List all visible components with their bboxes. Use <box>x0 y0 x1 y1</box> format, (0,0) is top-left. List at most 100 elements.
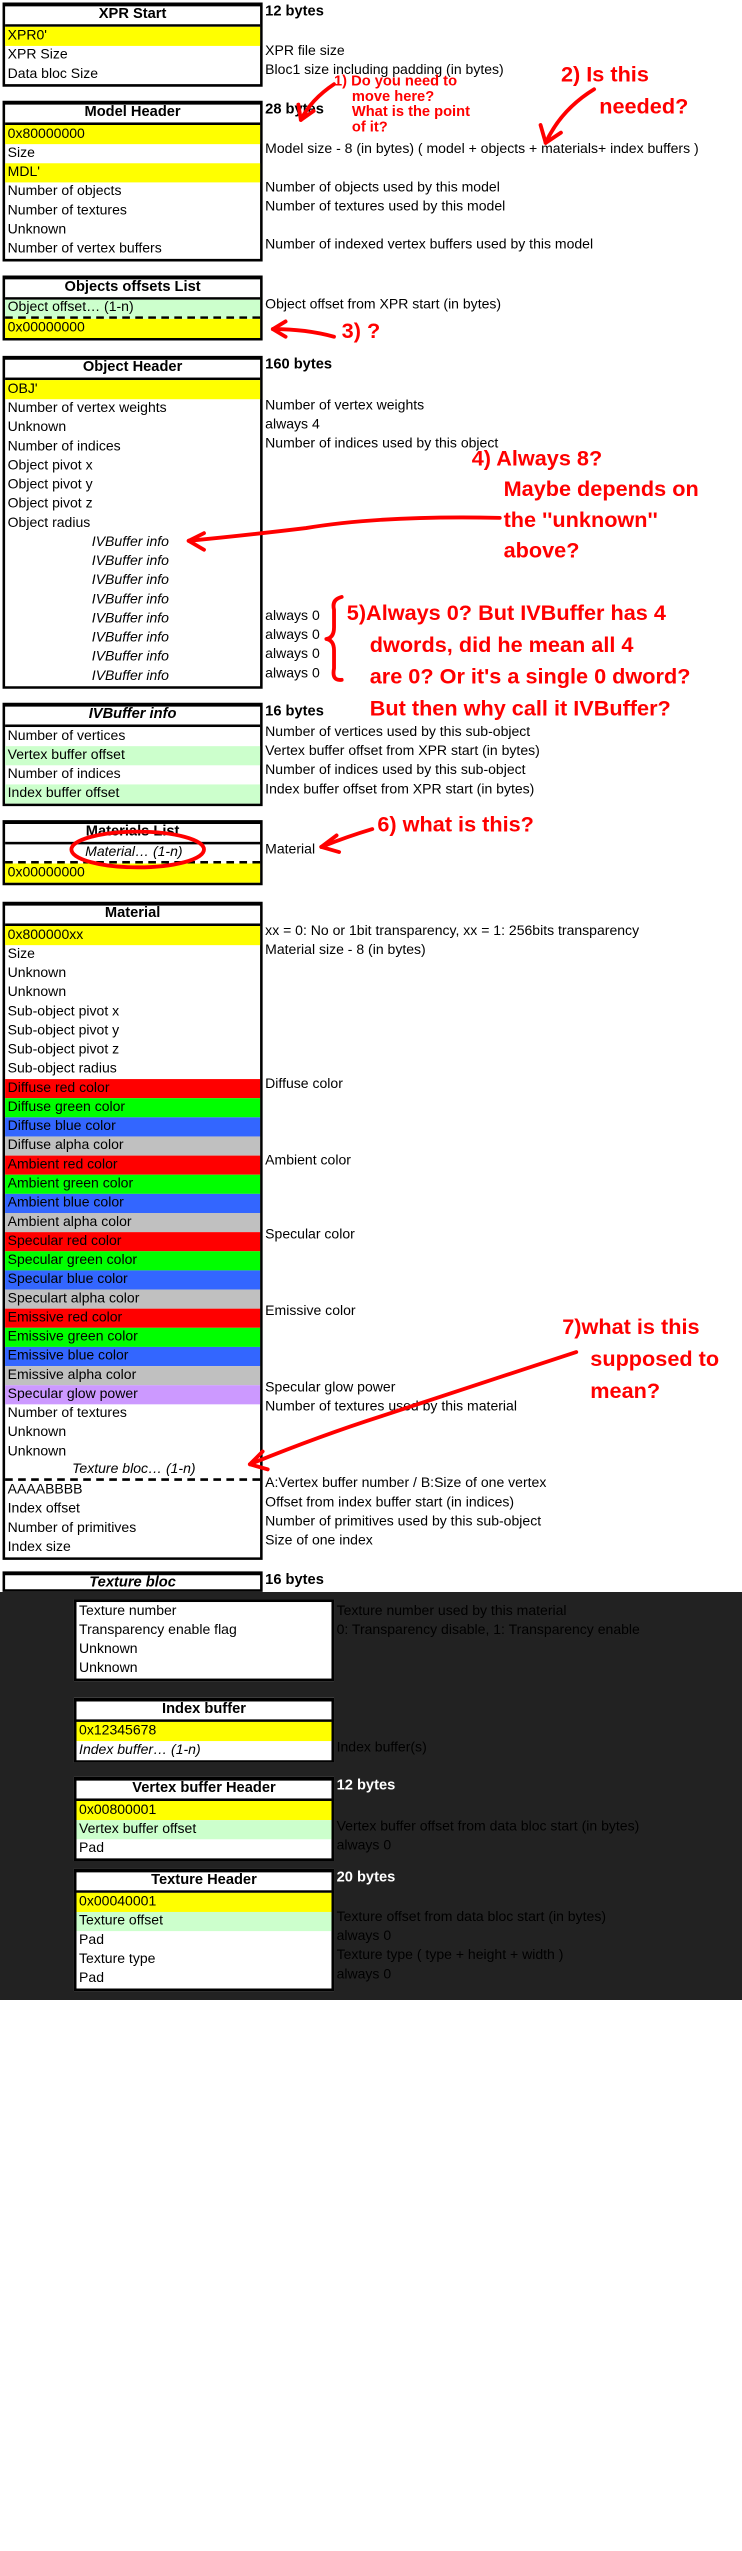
table-row: Emissive alpha color <box>5 1366 261 1386</box>
table-row: Material… (1-n) <box>5 844 261 864</box>
annotation-note-2: 2) Is this needed? <box>560 62 689 119</box>
materials-list-table: Materials List Material… (1-n) 0x0000000… <box>2 820 263 886</box>
size-label: 12 bytes <box>265 3 324 20</box>
table-row: IVBuffer info <box>91 591 169 608</box>
table-row: Index buffer… (1-n) <box>79 1742 201 1758</box>
table-row: Size <box>7 946 35 962</box>
row-description: always 0 <box>265 665 320 682</box>
vertex-buffer-header-table: Vertex buffer Header 0x00800001 Vertex b… <box>73 1776 335 1861</box>
table-row: Pad <box>79 1840 105 1856</box>
table-row: Number of textures <box>7 202 127 219</box>
table-row: Emissive red color <box>5 1308 261 1328</box>
table-row: Unknown <box>7 1424 67 1441</box>
objects-offsets-table: Objects offsets List Object offset… (1-n… <box>2 275 263 341</box>
table-row: Texture number <box>79 1603 177 1619</box>
row-description: always 0 <box>265 646 320 662</box>
table-row: IVBuffer info <box>91 649 169 665</box>
row-description: Model size - 8 (in bytes) ( model + obje… <box>265 141 699 157</box>
row-description: always 0 <box>336 1928 392 1944</box>
row-description: xx = 0: No or 1bit transparency, xx = 1:… <box>265 923 640 939</box>
table-title: Texture Header <box>76 1872 332 1893</box>
row-description: always 0 <box>265 608 320 624</box>
arrow-3 <box>270 327 336 339</box>
table-row: Size <box>7 145 35 161</box>
row-description: always 0 <box>336 1966 392 1983</box>
object-header-table: Object Header OBJ' Number of vertex weig… <box>2 355 263 689</box>
row-description: XPR file size <box>265 43 345 59</box>
table-row: Index size <box>7 1539 71 1555</box>
size-label: 28 bytes <box>265 102 324 118</box>
table-row: 0x00040001 <box>76 1892 332 1912</box>
texture-header-table: Texture Header 0x00040001 Texture offset… <box>73 1868 335 1992</box>
table-row: Unknown <box>7 1443 67 1460</box>
row-description: Texture type ( type + height + width ) <box>336 1947 564 1963</box>
table-row: Unknown <box>7 419 67 435</box>
table-row: Texture offset <box>76 1911 332 1932</box>
table-row: Emissive green color <box>5 1327 261 1347</box>
row-description: Diffuse color <box>265 1076 343 1092</box>
row-description: Number of indexed vertex buffers used by… <box>265 237 594 253</box>
table-row: AAAABBBB <box>7 1482 83 1498</box>
table-row: Unknown <box>79 1660 138 1677</box>
row-description: Texture number used by this material <box>336 1603 567 1619</box>
table-row: 0x12345678 <box>76 1721 332 1742</box>
table-row: Ambient blue color <box>5 1193 261 1214</box>
table-row: Pad <box>79 1970 105 1986</box>
table-title: Objects offsets List <box>5 279 261 300</box>
row-description: 0: Transparency disable, 1: Transparency… <box>336 1622 640 1638</box>
row-description: always 4 <box>265 417 320 433</box>
table-title: Material <box>5 906 261 927</box>
table-row: Transparency enable flag <box>79 1622 237 1638</box>
table-row: Data bloc Size <box>7 66 99 82</box>
row-description: Number of textures used by this model <box>265 198 506 215</box>
table-row: Specular glow power <box>5 1385 261 1405</box>
row-description: Ambient color <box>265 1153 351 1169</box>
annotation-note-1: 1) Do you need to move here? What is the… <box>334 73 470 136</box>
row-description: A:Vertex buffer number / B:Size of one v… <box>265 1475 547 1492</box>
table-row: Number of objects <box>7 183 122 199</box>
table-row: 0x00000000 <box>5 863 261 883</box>
row-description: Number of textures used by this material <box>265 1399 517 1415</box>
ivbuffer-info-table: IVBuffer info Number of vertices Vertex … <box>2 702 263 807</box>
table-title: Texture bloc <box>89 1575 176 1591</box>
table-row: Unknown <box>79 1641 138 1657</box>
texture-bloc-table: Texture number Transparency enable flag … <box>73 1599 335 1682</box>
table-row: IVBuffer info <box>91 553 169 569</box>
row-description: Material size - 8 (in bytes) <box>265 942 426 958</box>
bracket-5 <box>324 595 344 682</box>
row-description: Index buffer offset from XPR start (in b… <box>265 781 535 798</box>
table-row: Number of indices <box>7 766 121 782</box>
row-description: Emissive color <box>265 1303 356 1319</box>
table-row: Number of vertex buffers <box>7 241 162 257</box>
texture-bloc-title-box: Texture bloc <box>2 1571 263 1592</box>
table-title: XPR Start <box>5 6 261 27</box>
table-row: OBJ' <box>5 380 261 400</box>
table-row: Sub-object radius <box>7 1061 117 1077</box>
table-row: Number of primitives <box>7 1520 137 1536</box>
row-description: Vertex buffer offset from data bloc star… <box>336 1818 640 1835</box>
annotation-note-5: 5)Always 0? But IVBuffer has 4 dwords, d… <box>346 600 691 721</box>
arrow-6 <box>319 827 375 849</box>
table-row: Ambient red color <box>5 1155 261 1175</box>
row-description: always 0 <box>336 1837 392 1854</box>
table-row: Sub-object pivot y <box>7 1022 120 1039</box>
table-row: 0x00000000 <box>5 318 261 339</box>
annotation-note-4: 4) Always 8? Maybe depends on the ''unkn… <box>471 446 699 563</box>
table-row: Index offset <box>7 1501 80 1517</box>
table-row: Vertex buffer offset <box>76 1820 332 1840</box>
row-description: always 0 <box>265 627 320 643</box>
table-row: MDL' <box>5 163 261 183</box>
row-description: Offset from index buffer start (in indic… <box>265 1494 515 1511</box>
table-row: Specular blue color <box>5 1270 261 1290</box>
annotation-note-3: 3) ? <box>341 318 381 344</box>
row-description: Number of indices used by this object <box>265 436 499 452</box>
model-header-table: Model Header 0x80000000 Size MDL' Number… <box>2 100 263 262</box>
table-row: Texture bloc… (1-n) <box>5 1462 261 1481</box>
table-row: Object pivot y <box>7 477 93 493</box>
table-row: Number of vertices <box>7 728 126 744</box>
table-row: Specular red color <box>5 1232 261 1252</box>
table-row: Unknown <box>7 984 67 1000</box>
xpr-start-table: XPR Start XPR0' XPR Size Data bloc Size <box>2 2 263 87</box>
table-row: Diffuse alpha color <box>5 1136 261 1156</box>
table-row: 0x800000xx <box>5 926 261 946</box>
